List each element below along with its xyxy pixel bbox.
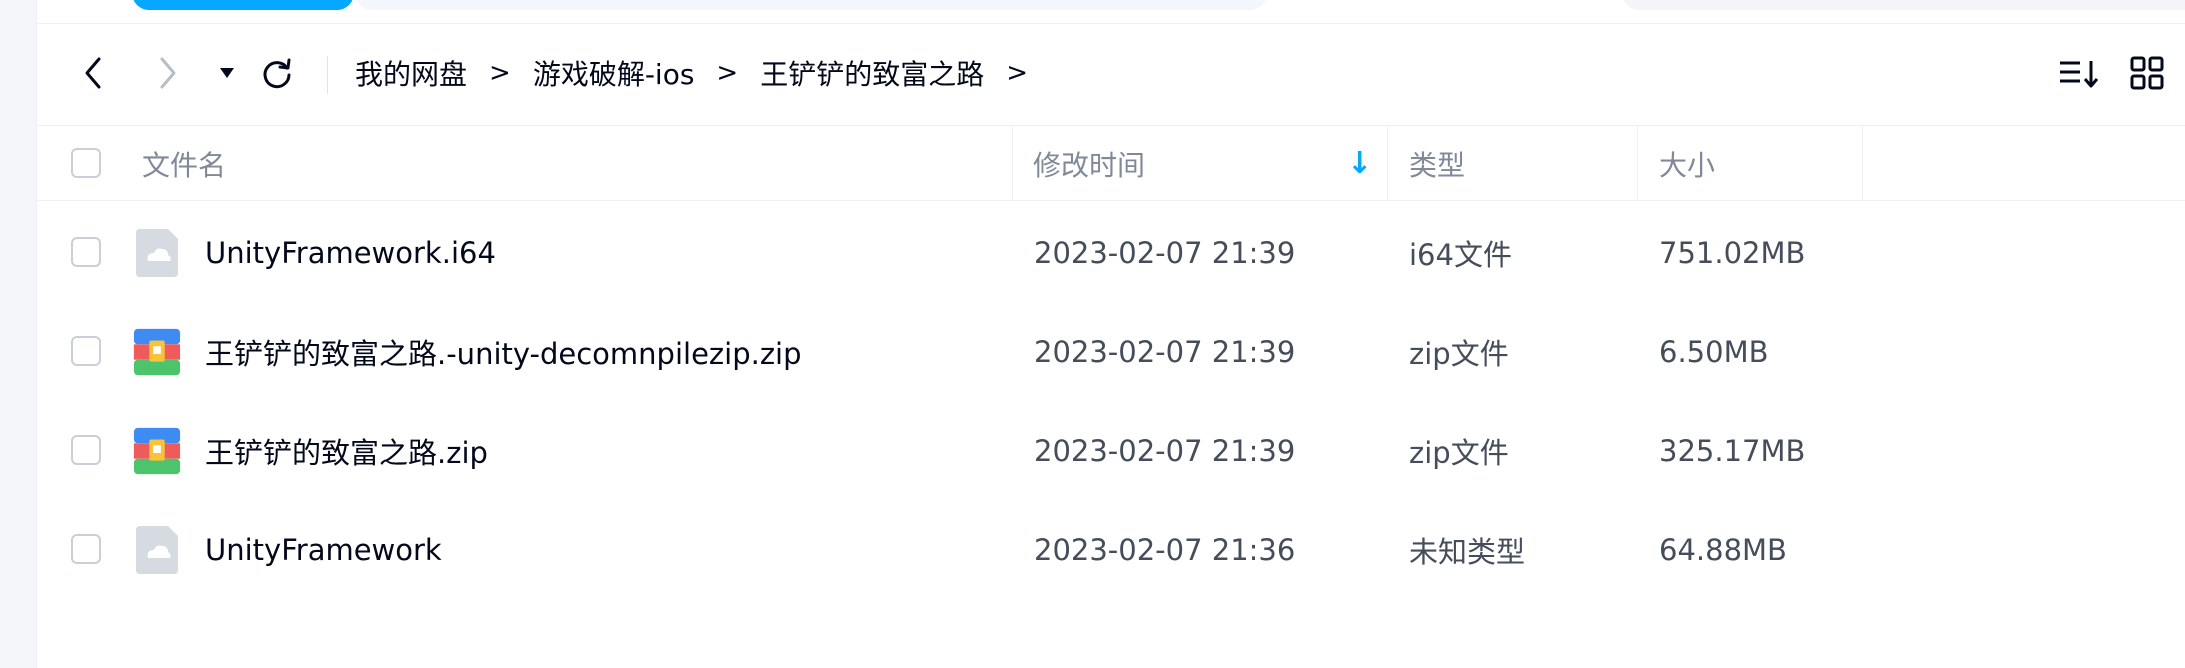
grid-view-icon (2130, 56, 2164, 90)
breadcrumb-separator: > (716, 58, 739, 88)
row-checkbox[interactable] (71, 534, 101, 564)
column-divider (1012, 126, 1013, 201)
top-right-control[interactable] (1622, 0, 2185, 10)
header-type[interactable]: 类型 (1409, 126, 1465, 201)
sort-button[interactable] (2054, 50, 2104, 96)
unknown-file-icon (136, 229, 178, 277)
file-name[interactable]: UnityFramework.i64 (205, 203, 496, 302)
file-type: 未知类型 (1409, 534, 1526, 569)
sort-desc-icon[interactable]: ↓ (1347, 126, 1372, 201)
file-modified: 2023-02-07 21:39 (1034, 433, 1296, 468)
file-type: i64文件 (1409, 237, 1512, 272)
chevron-right-icon (160, 57, 176, 89)
table-row[interactable]: 王铲铲的致富之路.-unity-decomnpilezip.zip 2023-0… (37, 302, 2185, 401)
header-size[interactable]: 大小 (1659, 126, 1715, 201)
row-checkbox[interactable] (71, 336, 101, 366)
forward-button[interactable] (148, 50, 188, 96)
column-divider (1862, 126, 1863, 201)
file-size: 64.88MB (1659, 532, 1787, 567)
file-modified: 2023-02-07 21:39 (1034, 235, 1296, 270)
file-size: 751.02MB (1659, 235, 1806, 270)
file-size: 325.17MB (1659, 433, 1806, 468)
table-row[interactable]: UnityFramework 2023-02-07 21:36 未知类型 64.… (37, 500, 2185, 599)
table-row[interactable]: 王铲铲的致富之路.zip 2023-02-07 21:39 zip文件 325.… (37, 401, 2185, 500)
upload-button[interactable] (132, 0, 354, 10)
select-all-checkbox[interactable] (71, 148, 101, 178)
refresh-icon (263, 58, 291, 89)
breadcrumb-separator: > (489, 58, 511, 88)
file-type: zip文件 (1409, 336, 1509, 371)
breadcrumb-item-folder[interactable]: 游戏破解-ios (533, 53, 695, 93)
file-name[interactable]: 王铲铲的致富之路.zip (205, 401, 488, 500)
row-checkbox[interactable] (71, 435, 101, 465)
zip-archive-icon (133, 328, 181, 376)
breadcrumb-item-current[interactable]: 王铲铲的致富之路 (760, 53, 984, 93)
view-toggle-button[interactable] (2122, 50, 2172, 96)
row-checkbox[interactable] (71, 237, 101, 267)
refresh-button[interactable] (257, 50, 297, 96)
breadcrumb-item-root[interactable]: 我的网盘 (355, 53, 467, 93)
navigation-bar: 我的网盘 > 游戏破解-ios > 王铲铲的致富之路 > (37, 24, 2185, 126)
unknown-file-icon (136, 526, 178, 574)
header-name[interactable]: 文件名 (142, 126, 226, 201)
file-modified: 2023-02-07 21:36 (1034, 532, 1296, 567)
chevron-left-icon (85, 57, 101, 89)
back-button[interactable] (73, 50, 113, 96)
top-toolbar-edge (37, 0, 2185, 24)
file-size: 6.50MB (1659, 334, 1769, 369)
sort-list-icon (2060, 61, 2099, 88)
caret-down-icon (220, 68, 234, 78)
zip-archive-icon (133, 427, 181, 475)
column-divider (1637, 126, 1638, 201)
table-row[interactable]: UnityFramework.i64 2023-02-07 21:39 i64文… (37, 203, 2185, 302)
toolbar-divider (327, 56, 328, 94)
left-sidebar-edge (0, 0, 37, 668)
search-box[interactable] (355, 0, 1267, 10)
breadcrumb-separator: > (1006, 58, 1029, 88)
header-modified[interactable]: 修改时间 (1033, 126, 1145, 201)
history-dropdown-button[interactable] (207, 50, 247, 96)
file-modified: 2023-02-07 21:39 (1034, 334, 1296, 369)
breadcrumb: 我的网盘 > 游戏破解-ios > 王铲铲的致富之路 > (355, 50, 1050, 96)
file-name[interactable]: UnityFramework (205, 500, 442, 599)
table-header: 文件名 修改时间 ↓ 类型 大小 (37, 126, 2185, 201)
column-divider (1387, 126, 1388, 201)
file-type: zip文件 (1409, 435, 1509, 470)
file-name[interactable]: 王铲铲的致富之路.-unity-decomnpilezip.zip (205, 302, 802, 401)
